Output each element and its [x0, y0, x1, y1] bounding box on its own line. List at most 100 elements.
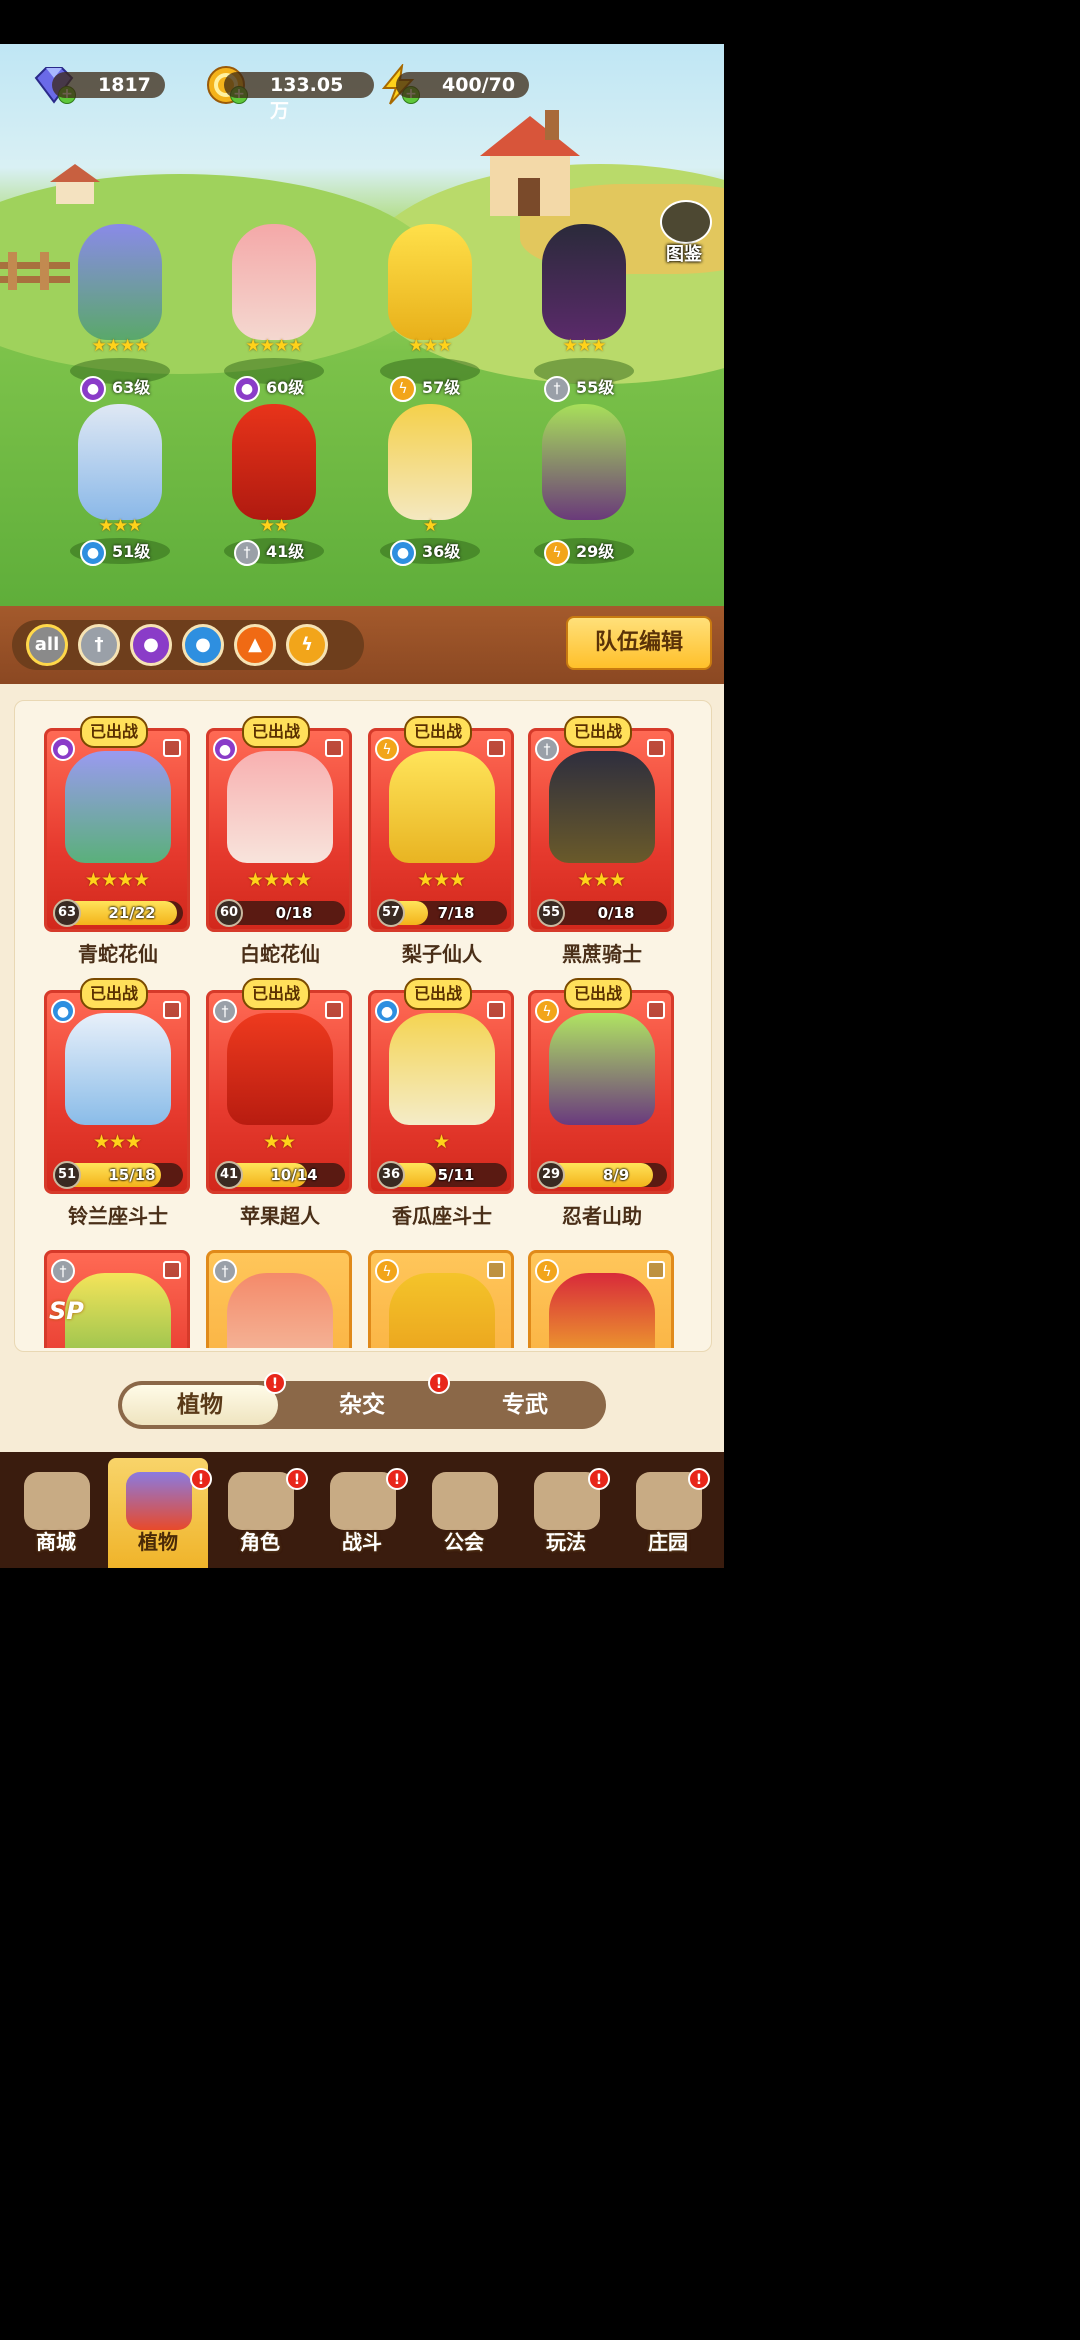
unit-sprite: [542, 404, 626, 520]
nav-label: 战斗: [342, 1530, 382, 1554]
character-icon: [228, 1472, 294, 1530]
windmill-house: [480, 110, 580, 216]
plant-card[interactable]: ϟ 29 8/9: [528, 990, 674, 1194]
diamond-resource[interactable]: + 1817: [32, 64, 202, 106]
card-name: 忍者山助: [562, 1204, 642, 1228]
plant-card[interactable]: † ★★ 41 10/14: [206, 990, 352, 1194]
card-shards: 0/18: [597, 904, 635, 922]
deployed-badge: 已出战: [404, 716, 473, 748]
plant-card[interactable]: † ★★★ 55 0/18: [528, 728, 674, 932]
plant-card[interactable]: ● ★★★ 51 15/18: [44, 990, 190, 1194]
energy-resource[interactable]: + 400/70: [376, 64, 546, 106]
filter-all-button[interactable]: all: [26, 624, 68, 666]
card-art: [389, 1013, 495, 1125]
plant-card[interactable]: †: [206, 1250, 352, 1348]
alert-badge: !: [386, 1468, 408, 1490]
card-progress: 55 0/18: [537, 899, 667, 927]
unit-level: 51级: [112, 542, 151, 561]
card-stars: ★★★: [576, 869, 626, 891]
field-unit[interactable]: ★★★ ● 51级: [50, 398, 190, 568]
plant-card[interactable]: ϟ: [528, 1250, 674, 1348]
card-progress: 29 8/9: [537, 1161, 667, 1189]
gold-resource[interactable]: + 133.05万: [204, 64, 374, 122]
card-stars: ★★★: [416, 869, 466, 891]
grid-icon: [487, 1261, 505, 1279]
grid-icon: [487, 739, 505, 757]
distant-house: [50, 164, 100, 204]
card-art: [549, 1013, 655, 1125]
field-unit[interactable]: ★★★ † 55级: [514, 218, 654, 402]
codex-button[interactable]: 图鉴: [654, 198, 716, 265]
card-shards: 10/14: [270, 1166, 318, 1184]
card-stars: ★★★★: [246, 869, 312, 891]
field-unit[interactable]: ϟ 29级: [514, 398, 654, 568]
deployed-badge: 已出战: [404, 978, 473, 1010]
unit-level: 63级: [112, 378, 151, 397]
card-shards: 0/18: [275, 904, 313, 922]
plant-card[interactable]: ϟ: [368, 1250, 514, 1348]
filter-poison-button[interactable]: ●: [130, 624, 172, 666]
sword-icon: †: [213, 999, 237, 1023]
field-unit[interactable]: ★★★★ ● 60级: [204, 218, 344, 402]
plant-card[interactable]: ● ★ 36 5/11: [368, 990, 514, 1194]
status-bar: [0, 0, 724, 44]
filter-fire-button[interactable]: ▲: [234, 624, 276, 666]
plant-card[interactable]: ● ★★★★ 63 21/22: [44, 728, 190, 932]
unit-level: 60级: [266, 378, 305, 397]
gold-count: 133.05万: [224, 72, 374, 122]
alert-badge: !: [264, 1372, 286, 1394]
card-name: 青蛇花仙: [78, 942, 158, 966]
tab-exclusive[interactable]: 专武: [450, 1385, 600, 1425]
card-progress: 36 5/11: [377, 1161, 507, 1189]
plant-card[interactable]: † SP: [44, 1250, 190, 1348]
field-unit[interactable]: ★★ † 41级: [204, 398, 344, 568]
filter-water-button[interactable]: ●: [182, 624, 224, 666]
unit-sprite: [78, 224, 162, 340]
unit-sprite: [388, 404, 472, 520]
card-level: 36: [377, 1161, 405, 1189]
thunder-icon: ϟ: [375, 737, 399, 761]
card-progress: 51 15/18: [53, 1161, 183, 1189]
deployed-badge: 已出战: [242, 716, 311, 748]
field-unit[interactable]: ★★★ ϟ 57级: [360, 218, 500, 402]
nav-guild[interactable]: 公会: [414, 1458, 514, 1568]
unit-stars: ★★★: [98, 516, 143, 536]
energy-count: 400/70: [396, 72, 530, 98]
filter-thunder-button[interactable]: ϟ: [286, 624, 328, 666]
nav-label: 商城: [36, 1530, 76, 1554]
plants-icon: [126, 1472, 192, 1530]
poison-icon: ●: [51, 737, 75, 761]
card-shards: 5/11: [437, 1166, 475, 1184]
nav-shop[interactable]: 商城: [6, 1458, 106, 1568]
card-name: 香瓜座斗士: [392, 1204, 492, 1228]
field-unit[interactable]: ★★★★ ● 63级: [50, 218, 190, 402]
alert-badge: !: [588, 1468, 610, 1490]
card-shards: 21/22: [108, 904, 156, 922]
tab-plants[interactable]: 植物: [122, 1385, 278, 1425]
plant-card[interactable]: ϟ ★★★ 57 7/18: [368, 728, 514, 932]
grid-icon: [163, 739, 181, 757]
card-art: [65, 1013, 171, 1125]
deployed-badge: 已出战: [564, 716, 633, 748]
thunder-icon: ϟ: [535, 999, 559, 1023]
water-icon: ●: [375, 999, 399, 1023]
unit-stars: ★★: [259, 516, 289, 536]
thunder-icon: ϟ: [301, 634, 313, 655]
plant-card[interactable]: ● ★★★★ 60 0/18: [206, 728, 352, 932]
unit-level: 57级: [422, 378, 461, 397]
nav-label: 庄园: [648, 1530, 688, 1554]
field-unit[interactable]: ★ ● 36级: [360, 398, 500, 568]
water-icon: ●: [51, 999, 75, 1023]
unit-level: 36级: [422, 542, 461, 561]
alert-badge: !: [286, 1468, 308, 1490]
card-name: 梨子仙人: [402, 942, 482, 966]
unit-sprite: [542, 224, 626, 340]
codex-label: 图鉴: [666, 244, 702, 265]
tab-hybrid[interactable]: 杂交: [288, 1385, 436, 1425]
alert-badge: !: [428, 1372, 450, 1394]
card-progress: 60 0/18: [215, 899, 345, 927]
team-edit-button[interactable]: 队伍编辑: [566, 616, 712, 670]
card-stars: ★: [432, 1131, 450, 1153]
card-art: [549, 751, 655, 863]
filter-sword-button[interactable]: †: [78, 624, 120, 666]
